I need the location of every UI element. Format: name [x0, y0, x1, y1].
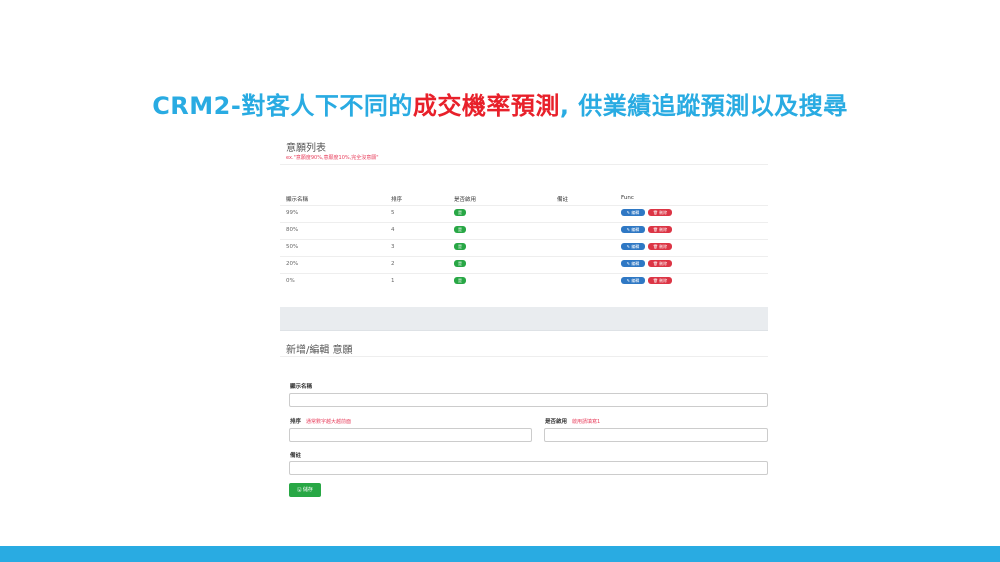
footer-bar — [0, 546, 1000, 562]
edit-button-label: 編輯 — [631, 278, 640, 283]
edit-icon: ✎ — [626, 227, 631, 232]
save-button-label: 儲存 — [302, 487, 313, 493]
enabled-badge: 是 — [454, 260, 466, 267]
delete-button[interactable]: 🗑 刪除 — [648, 209, 672, 216]
slide-title-prefix: CRM2-對客人下不同的 — [152, 92, 413, 120]
order-label-text: 排序 — [290, 419, 302, 425]
list-section-title: 意願列表 — [286, 143, 326, 154]
row-order: 5 — [391, 210, 395, 216]
delete-button[interactable]: 🗑 刪除 — [648, 226, 672, 233]
row-order: 1 — [391, 278, 395, 284]
edit-button[interactable]: ✎ 編輯 — [621, 209, 645, 216]
edit-button[interactable]: ✎ 編輯 — [621, 260, 645, 267]
enabled-badge: 是 — [454, 277, 466, 284]
column-header-enabled: 是否啟用 — [454, 197, 477, 203]
edit-icon: ✎ — [626, 278, 631, 283]
column-header-order: 排序 — [391, 197, 403, 203]
edit-icon: ✎ — [626, 244, 631, 249]
row-name: 0% — [286, 278, 295, 284]
enabled-label-text: 是否啟用 — [545, 419, 568, 425]
edit-button-label: 編輯 — [631, 227, 640, 232]
panel-separator — [280, 307, 768, 331]
name-input[interactable] — [289, 393, 768, 407]
enabled-label: 是否啟用 啟用請填寫1 — [545, 417, 600, 425]
column-header-note: 備註 — [557, 197, 569, 203]
delete-button[interactable]: 🗑 刪除 — [648, 243, 672, 250]
divider — [280, 356, 768, 357]
trash-icon: 🗑 — [652, 210, 658, 215]
save-icon: 🖫 — [297, 487, 302, 493]
slide-title-highlight: 成交機率預測 — [412, 92, 560, 120]
order-hint: 通常數字越大越前面 — [305, 419, 351, 425]
slide-title: CRM2-對客人下不同的成交機率預測, 供業績追蹤預測以及搜尋 — [0, 86, 1000, 121]
row-name: 20% — [286, 261, 299, 267]
divider — [280, 164, 768, 165]
row-name: 99% — [286, 210, 299, 216]
trash-icon: 🗑 — [652, 227, 658, 232]
edit-button-label: 編輯 — [631, 210, 640, 215]
list-section-hint: ex."意願度90%,意願度10%,完全沒意願" — [286, 155, 379, 161]
table-row: 20% 2 是 ✎ 編輯 🗑 刪除 — [280, 256, 768, 273]
edit-button[interactable]: ✎ 編輯 — [621, 226, 645, 233]
form-section-title: 新增/編輯 意願 — [286, 345, 353, 356]
slide-title-suffix: , 供業績追蹤預測以及搜尋 — [559, 92, 848, 120]
edit-button-label: 編輯 — [631, 244, 640, 249]
enabled-badge: 是 — [454, 243, 466, 250]
delete-button-label: 刪除 — [659, 227, 668, 232]
table-row: 50% 3 是 ✎ 編輯 🗑 刪除 — [280, 239, 768, 256]
name-label: 顯示名稱 — [290, 384, 313, 390]
edit-icon: ✎ — [626, 210, 631, 215]
edit-icon: ✎ — [626, 261, 631, 266]
edit-button-label: 編輯 — [631, 261, 640, 266]
delete-button[interactable]: 🗑 刪除 — [648, 260, 672, 267]
row-order: 4 — [391, 227, 395, 233]
delete-button-label: 刪除 — [659, 244, 668, 249]
enabled-badge: 是 — [454, 226, 466, 233]
row-order: 3 — [391, 244, 395, 250]
delete-button-label: 刪除 — [659, 278, 668, 283]
delete-button-label: 刪除 — [659, 210, 668, 215]
trash-icon: 🗑 — [652, 278, 658, 283]
delete-button-label: 刪除 — [659, 261, 668, 266]
delete-button[interactable]: 🗑 刪除 — [648, 277, 672, 284]
column-header-name: 顯示名稱 — [286, 197, 309, 203]
order-label: 排序 通常數字越大越前面 — [290, 417, 351, 425]
table-row: 0% 1 是 ✎ 編輯 🗑 刪除 — [280, 273, 768, 290]
save-button[interactable]: 🖫 儲存 — [289, 483, 321, 497]
enabled-badge: 是 — [454, 209, 466, 216]
column-header-func: Func — [621, 195, 634, 201]
edit-button[interactable]: ✎ 編輯 — [621, 277, 645, 284]
order-input[interactable] — [289, 428, 532, 442]
enabled-input[interactable] — [544, 428, 768, 442]
note-label: 備註 — [290, 453, 302, 459]
trash-icon: 🗑 — [652, 244, 658, 249]
trash-icon: 🗑 — [652, 261, 658, 266]
table-row: 99% 5 是 ✎ 編輯 🗑 刪除 — [280, 205, 768, 222]
note-input[interactable] — [289, 461, 768, 475]
row-order: 2 — [391, 261, 395, 267]
edit-button[interactable]: ✎ 編輯 — [621, 243, 645, 250]
crm-screenshot: 意願列表 ex."意願度90%,意願度10%,完全沒意願" 顯示名稱 排序 是否… — [280, 137, 768, 509]
row-name: 80% — [286, 227, 299, 233]
enabled-hint: 啟用請填寫1 — [571, 419, 601, 425]
row-name: 50% — [286, 244, 299, 250]
table-row: 80% 4 是 ✎ 編輯 🗑 刪除 — [280, 222, 768, 239]
